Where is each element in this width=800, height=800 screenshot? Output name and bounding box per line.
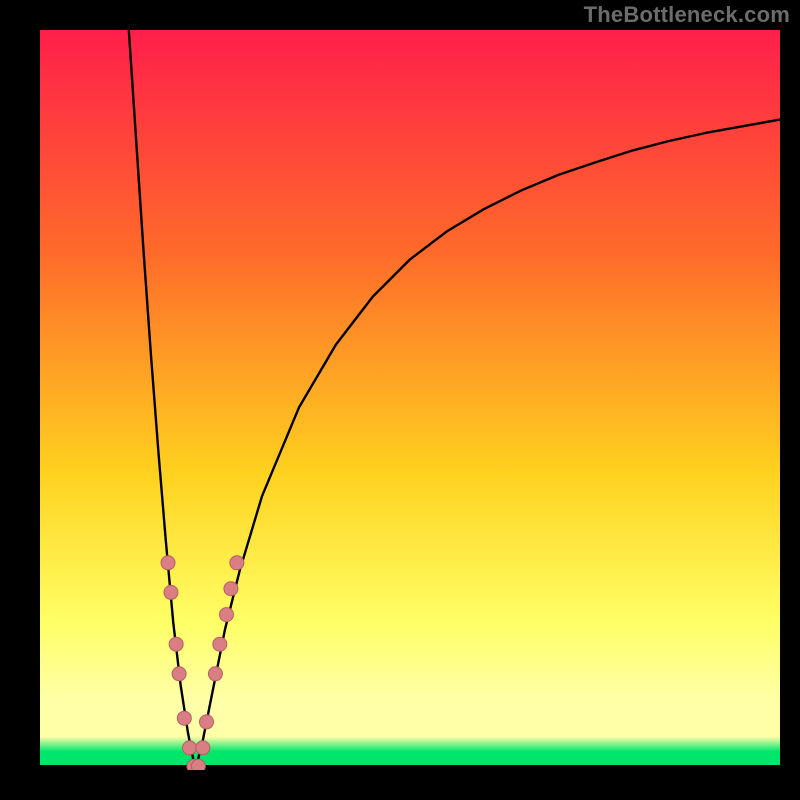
marker-point bbox=[224, 582, 238, 596]
plot-area bbox=[40, 30, 780, 770]
marker-point bbox=[161, 556, 175, 570]
marker-point bbox=[200, 715, 214, 729]
marker-point bbox=[169, 637, 183, 651]
chart-container: TheBottleneck.com bbox=[0, 0, 800, 800]
marker-point bbox=[208, 667, 222, 681]
marker-point bbox=[196, 741, 210, 755]
marker-point bbox=[182, 741, 196, 755]
marker-point bbox=[177, 711, 191, 725]
marker-point bbox=[230, 556, 244, 570]
watermark-text: TheBottleneck.com bbox=[584, 2, 790, 28]
chart-svg bbox=[40, 30, 780, 770]
bottom-strip bbox=[40, 765, 780, 770]
marker-point bbox=[213, 637, 227, 651]
marker-point bbox=[219, 608, 233, 622]
marker-point bbox=[191, 759, 205, 770]
marker-point bbox=[172, 667, 186, 681]
marker-point bbox=[164, 585, 178, 599]
